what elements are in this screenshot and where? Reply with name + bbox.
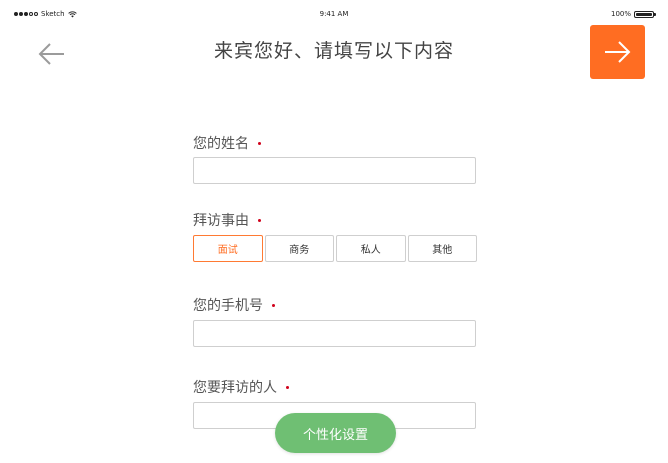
battery-percent: 100% bbox=[610, 10, 631, 18]
status-bar: Sketch 9:41 AM 100% bbox=[0, 0, 668, 22]
required-marker bbox=[258, 218, 261, 222]
battery-icon bbox=[634, 10, 656, 18]
name-label: 您的姓名 bbox=[193, 133, 261, 153]
status-time: 9:41 AM bbox=[319, 10, 349, 18]
arrow-right-icon bbox=[604, 41, 630, 63]
required-marker bbox=[286, 385, 289, 389]
reason-option-business[interactable]: 商务 bbox=[264, 235, 334, 262]
phone-label: 您的手机号 bbox=[193, 295, 275, 315]
phone-label-text: 您的手机号 bbox=[193, 298, 263, 314]
reason-option-personal[interactable]: 私人 bbox=[336, 235, 406, 262]
name-input[interactable] bbox=[193, 157, 476, 184]
required-marker bbox=[258, 141, 261, 145]
status-right: 100% bbox=[610, 10, 656, 18]
host-label-text: 您要拜访的人 bbox=[193, 380, 277, 396]
page-title: 来宾您好、请填写以下内容 bbox=[213, 40, 454, 62]
personalize-button[interactable]: 个性化设置 bbox=[275, 413, 396, 453]
reason-label: 拜访事由 bbox=[193, 210, 261, 230]
next-button[interactable] bbox=[590, 25, 645, 79]
required-marker bbox=[272, 303, 275, 307]
name-label-text: 您的姓名 bbox=[193, 136, 249, 152]
reason-label-text: 拜访事由 bbox=[193, 213, 249, 229]
reason-option-interview[interactable]: 面试 bbox=[193, 235, 263, 262]
reason-options: 面试 商务 私人 其他 bbox=[193, 235, 477, 262]
phone-input[interactable] bbox=[193, 320, 476, 347]
reason-option-other[interactable]: 其他 bbox=[407, 235, 477, 262]
host-label: 您要拜访的人 bbox=[193, 377, 289, 397]
